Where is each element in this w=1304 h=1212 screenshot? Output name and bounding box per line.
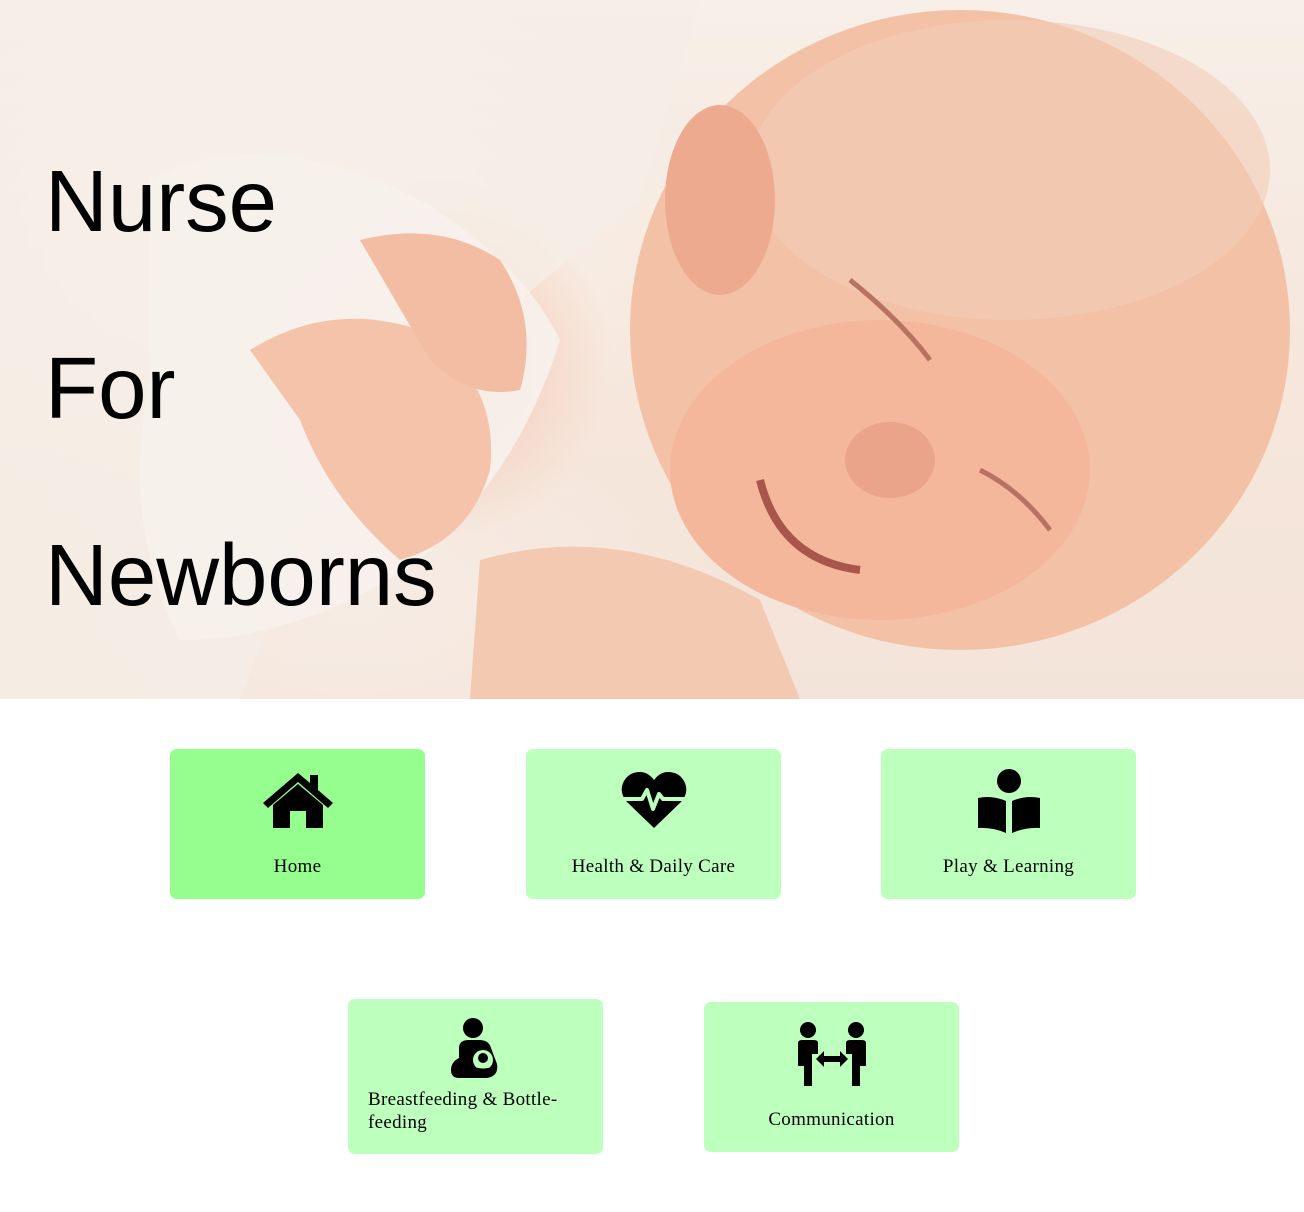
- nav-card-feeding[interactable]: Breastfeeding & Bottle-feeding: [348, 999, 603, 1154]
- nav-label-play: Play & Learning: [942, 856, 1075, 877]
- home-icon: [170, 771, 425, 829]
- title-line-3: Newborns: [45, 527, 437, 624]
- nav-label-health: Health & Daily Care: [571, 856, 736, 877]
- breastfeeding-icon: [348, 1018, 603, 1080]
- nav-card-play[interactable]: Play & Learning: [881, 749, 1136, 899]
- site-title: Nurse For Newborns: [45, 108, 437, 669]
- hero-banner: Nurse For Newborns: [0, 0, 1304, 699]
- title-line-2: For: [45, 340, 176, 437]
- heart-pulse-icon: [526, 771, 781, 829]
- book-reader-icon: [881, 768, 1136, 834]
- nav-label-feeding: Breastfeeding & Bottle-feeding: [368, 1089, 558, 1133]
- title-line-1: Nurse: [45, 153, 278, 250]
- people-arrows-icon: [704, 1021, 959, 1087]
- nav-label-home: Home: [273, 856, 322, 877]
- nav-card-home[interactable]: Home: [170, 749, 425, 899]
- nav-label-communication: Communication: [768, 1109, 895, 1130]
- nav-card-health[interactable]: Health & Daily Care: [526, 749, 781, 899]
- nav-card-communication[interactable]: Communication: [704, 1002, 959, 1152]
